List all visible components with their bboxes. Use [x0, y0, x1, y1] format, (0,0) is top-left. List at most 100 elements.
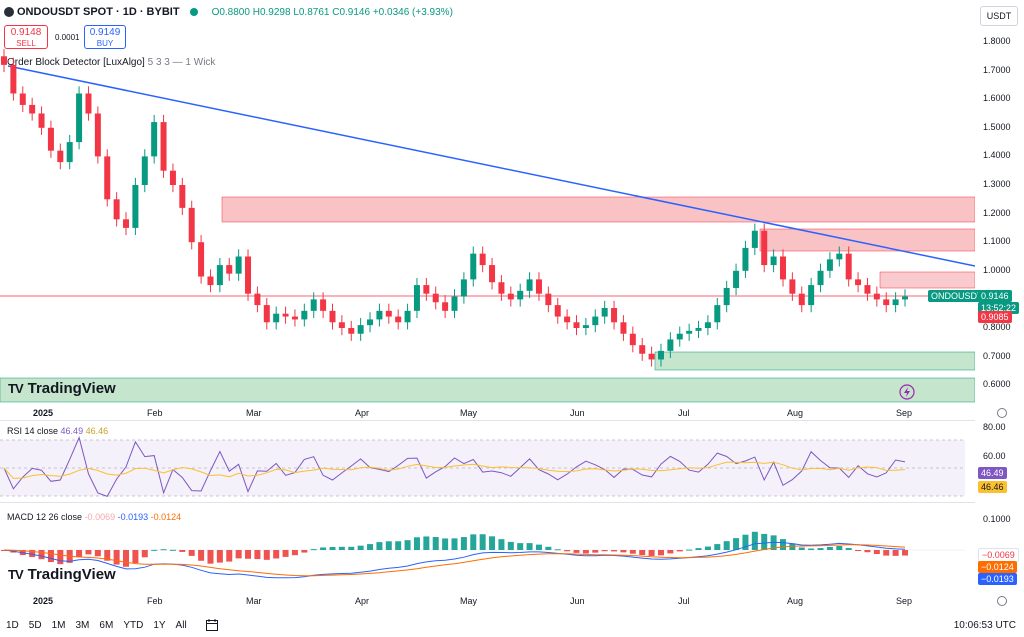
timeframe-ytd[interactable]: YTD	[123, 620, 143, 631]
macd-bar	[902, 550, 908, 556]
candle	[836, 253, 843, 260]
candle	[113, 199, 120, 220]
price-tick: 1.0000	[983, 264, 1011, 275]
macd-bar	[245, 550, 252, 559]
macd-bar	[798, 547, 805, 550]
price-tick: 1.3000	[983, 179, 1011, 189]
macd-bar	[892, 550, 899, 556]
macd-bar	[94, 550, 101, 557]
macd-bar	[676, 550, 683, 552]
high-value: H0.9298	[252, 6, 291, 18]
candle	[742, 247, 749, 271]
time-tick: Apr	[355, 596, 370, 606]
macd-bar	[76, 550, 83, 557]
macd-bar	[714, 544, 721, 550]
candle	[132, 185, 139, 228]
macd-bar	[667, 550, 674, 554]
candle	[611, 307, 618, 323]
macd-bar	[207, 550, 214, 564]
candle	[883, 299, 890, 306]
macd-bar	[357, 545, 364, 550]
candle	[273, 313, 280, 323]
macd-bar	[470, 534, 477, 550]
time-tick: Aug	[787, 596, 804, 606]
change-value: +0.0346 (+3.93%)	[372, 6, 453, 18]
macd-bar	[620, 550, 627, 553]
candle	[695, 328, 702, 331]
timeframe-1m[interactable]: 1M	[52, 620, 66, 631]
macd-bar	[489, 536, 496, 550]
price-tick: 1.2000	[983, 207, 1011, 218]
time-tick: 2025	[33, 596, 54, 606]
candle	[395, 316, 402, 323]
macd-bar	[188, 550, 195, 556]
macd-bar	[338, 546, 345, 550]
candle	[714, 305, 721, 323]
lightning-icon[interactable]	[899, 384, 915, 400]
rsi-axis-80: 80.00	[983, 422, 1006, 432]
ohlc-values: O0.8800 H0.9298 L0.8761 C0.9146 +0.0346 …	[212, 7, 453, 18]
candle	[245, 256, 252, 294]
candle	[676, 333, 683, 340]
macd-bar	[826, 546, 833, 550]
macd-bar	[723, 541, 730, 550]
macd-bar	[301, 550, 308, 553]
macd-signal-badge: −0.0124	[978, 561, 1017, 573]
chart-header: ONDOUSDT SPOT · 1D · BYBIT O0.8800 H0.92…	[0, 0, 975, 24]
candle	[667, 339, 674, 351]
candle	[57, 150, 64, 163]
time-tick: May	[460, 408, 478, 418]
macd-pane[interactable]	[0, 502, 975, 592]
macd-bar	[376, 542, 383, 550]
settings-icon[interactable]	[997, 596, 1007, 606]
timeframe-1d[interactable]: 1D	[6, 620, 19, 631]
candle	[733, 270, 740, 288]
price-chart[interactable]	[0, 24, 975, 406]
macd-bar	[460, 537, 467, 550]
date-range-icon[interactable]	[205, 618, 219, 632]
macd-histogram	[1, 531, 908, 567]
time-tick: Feb	[147, 408, 163, 418]
candle	[639, 345, 646, 354]
price-tick: 1.1000	[983, 236, 1011, 247]
tradingview-logo: TV TradingView	[8, 380, 116, 397]
bearish-order-block	[221, 196, 975, 223]
candle	[648, 353, 655, 360]
candle	[254, 293, 261, 306]
time-tick: Sep	[896, 596, 913, 606]
last-price-label: 0.9146	[978, 290, 1012, 302]
time-tick: Apr	[355, 408, 370, 418]
candle	[226, 265, 233, 274]
settings-icon[interactable]	[997, 408, 1007, 418]
candle	[620, 322, 627, 334]
timeframe-6m[interactable]: 6M	[99, 620, 113, 631]
price-tick: 0.7000	[983, 350, 1011, 361]
timeframe-5d[interactable]: 5D	[29, 620, 42, 631]
macd-bar	[226, 550, 233, 562]
macd-bar	[498, 539, 505, 550]
macd-bar	[686, 549, 693, 551]
rsi-pane[interactable]	[0, 420, 975, 502]
clock[interactable]: 10:06:53 UTC	[954, 620, 1016, 631]
bearish-order-block	[759, 228, 975, 252]
macd-bar	[864, 550, 871, 553]
macd-bar	[160, 549, 167, 551]
symbol-title[interactable]: ONDOUSDT SPOT · 1D · BYBIT	[17, 6, 180, 18]
macd-bar	[442, 538, 449, 550]
currency-button[interactable]: USDT	[980, 6, 1018, 26]
candle	[47, 127, 54, 151]
macd-bar	[855, 550, 862, 551]
timeframe-3m[interactable]: 3M	[76, 620, 90, 631]
timeframe-all[interactable]: All	[176, 620, 187, 631]
candle	[85, 93, 92, 114]
timeframe-1y[interactable]: 1Y	[153, 620, 165, 631]
candle	[141, 156, 148, 185]
macd-hist-badge: −0.0069	[978, 548, 1019, 562]
candle	[817, 270, 824, 286]
time-tick: Mar	[246, 408, 262, 418]
low-value: L0.8761	[293, 6, 330, 18]
candle	[873, 293, 880, 300]
macd-badge: −0.0193	[978, 573, 1017, 585]
macd-bar	[291, 550, 298, 556]
candle	[592, 316, 599, 326]
